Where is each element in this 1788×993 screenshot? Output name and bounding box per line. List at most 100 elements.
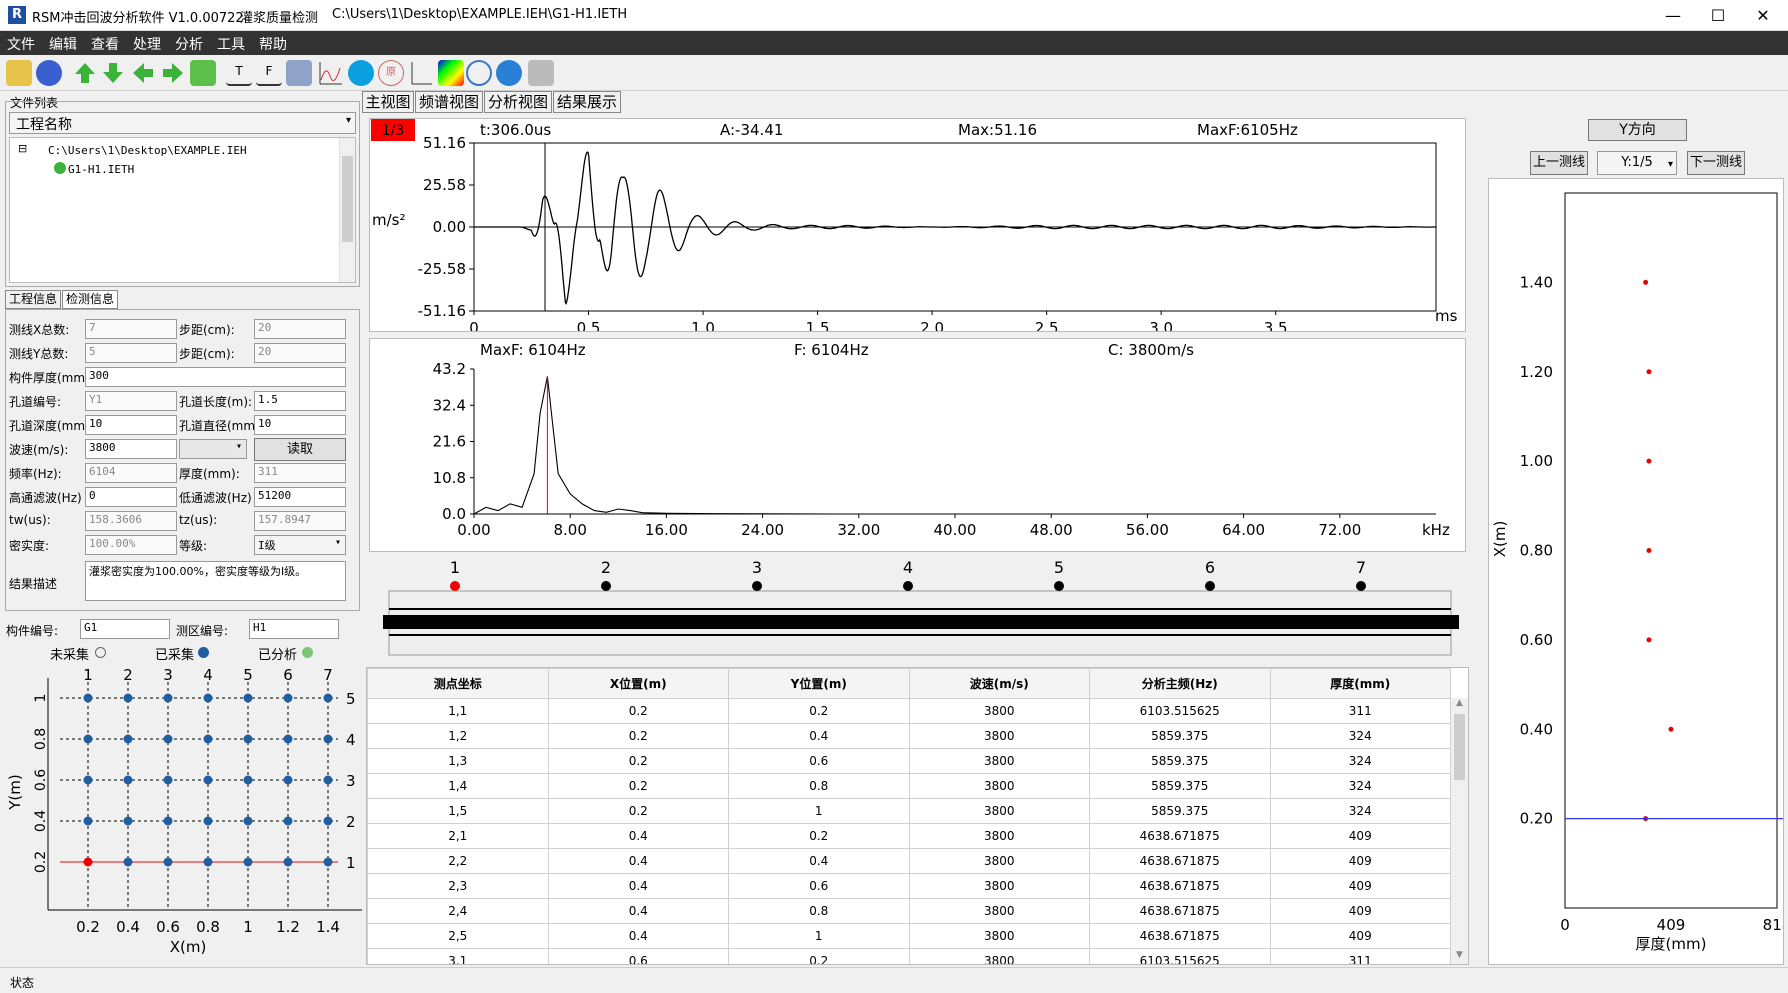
strip-point[interactable] <box>450 581 460 591</box>
grid-point[interactable] <box>123 857 133 867</box>
hole-diameter-field[interactable]: 10 <box>254 415 346 435</box>
grid-point[interactable] <box>323 693 333 703</box>
grid-point[interactable] <box>283 734 293 744</box>
grid-point[interactable] <box>83 693 93 703</box>
grade-select[interactable]: I级 ▾ <box>254 535 346 555</box>
x-step-field[interactable]: 20 <box>254 319 346 339</box>
project-select[interactable]: 工程名称 ▾ <box>9 112 356 134</box>
menu-analyze[interactable]: 分析 <box>168 31 210 54</box>
menu-tools[interactable]: 工具 <box>210 31 252 54</box>
read-button[interactable]: 读取 <box>254 438 346 461</box>
grid-point[interactable] <box>83 734 93 744</box>
strip-point[interactable] <box>903 581 913 591</box>
prev-line-button[interactable]: 上一测线 <box>1530 151 1588 175</box>
next-line-button[interactable]: 下一测线 <box>1687 151 1745 175</box>
y-step-field[interactable]: 20 <box>254 343 346 363</box>
arrow-up-icon[interactable] <box>72 60 98 86</box>
grid-point[interactable] <box>323 816 333 826</box>
tw-field[interactable]: 158.3606 <box>85 511 177 531</box>
grid-point[interactable] <box>83 775 93 785</box>
table-row[interactable]: 3,1 0.6 0.2 3800 6103.515625 311 <box>367 948 1451 964</box>
table-row[interactable]: 2,2 0.4 0.4 3800 4638.671875 409 <box>367 848 1451 874</box>
grid-point[interactable] <box>163 816 173 826</box>
open-folder-icon[interactable] <box>6 60 32 86</box>
grid-point[interactable] <box>243 775 253 785</box>
thickness-field[interactable]: 300 <box>85 367 346 387</box>
grid-point[interactable] <box>163 734 173 744</box>
tree-scroll-thumb[interactable] <box>342 156 353 242</box>
grid-point[interactable] <box>323 775 333 785</box>
open-project-icon[interactable] <box>36 60 62 86</box>
table-row[interactable]: 1,1 0.2 0.2 3800 6103.515625 311 <box>367 698 1451 724</box>
member-field[interactable]: G1 <box>80 619 170 639</box>
profile-point[interactable] <box>1643 279 1649 285</box>
table-row[interactable]: 1,2 0.2 0.4 3800 5859.375 324 <box>367 723 1451 749</box>
table-header-cell[interactable]: 厚度(mm) <box>1269 668 1451 699</box>
scroll-up-icon[interactable]: ▲ <box>1451 698 1468 712</box>
profile-point[interactable] <box>1646 369 1652 375</box>
grid-point[interactable] <box>163 775 173 785</box>
tab-analysis-view[interactable]: 分析视图 <box>484 91 552 113</box>
tab-detection-info[interactable]: 检测信息 <box>62 290 118 309</box>
record-icon[interactable] <box>348 60 374 86</box>
grid-point[interactable] <box>323 734 333 744</box>
grid-point[interactable] <box>83 857 93 867</box>
strip-point[interactable] <box>1356 581 1366 591</box>
grid-point[interactable] <box>123 693 133 703</box>
grid-point[interactable] <box>163 693 173 703</box>
arrow-right-icon[interactable] <box>160 60 186 86</box>
table-scrollbar[interactable]: ▲ ▼ <box>1451 698 1468 964</box>
x-count-field[interactable]: 7 <box>85 319 177 339</box>
time-chart[interactable]: 1/3 t:306.0us A:-34.41 Max:51.16 MaxF:61… <box>370 119 1465 337</box>
menu-edit[interactable]: 编辑 <box>42 31 84 54</box>
grid-point[interactable] <box>163 857 173 867</box>
thick2-field[interactable]: 311 <box>254 463 346 483</box>
grid-point[interactable] <box>323 857 333 867</box>
result-field[interactable]: 灌浆密实度为100.00%，密实度等级为I级。 <box>85 561 346 601</box>
strip-point[interactable] <box>601 581 611 591</box>
highpass-field[interactable]: 0 <box>85 487 177 507</box>
menu-process[interactable]: 处理 <box>126 31 168 54</box>
hole-length-field[interactable]: 1.5 <box>254 391 346 411</box>
table-header-cell[interactable]: 分析主频(Hz) <box>1089 668 1271 699</box>
grid-point[interactable] <box>283 693 293 703</box>
undo-icon[interactable] <box>466 60 492 86</box>
axis-icon[interactable] <box>408 60 434 86</box>
grid-point[interactable] <box>203 734 213 744</box>
lowpass-field[interactable]: 51200 <box>254 487 346 507</box>
tab-spectrum-view[interactable]: 频谱视图 <box>415 91 483 113</box>
arrow-left-icon[interactable] <box>130 60 156 86</box>
menu-view[interactable]: 查看 <box>84 31 126 54</box>
line-select[interactable]: Y:1/5 ▾ <box>1597 151 1677 175</box>
grid-point[interactable] <box>203 775 213 785</box>
profile-point[interactable] <box>1668 726 1674 732</box>
grid-map[interactable]: 1 0.2 2 0.4 3 0.6 4 0.8 5 1 6 1.2 7 1.4 5 1 4 0.8 3 0.6 2 0.4… <box>0 662 362 962</box>
tree-scrollbar[interactable] <box>339 138 355 282</box>
y-count-field[interactable]: 5 <box>85 343 177 363</box>
grid-point[interactable] <box>243 734 253 744</box>
density-field[interactable]: 100.00% <box>85 535 177 555</box>
profile-point[interactable] <box>1646 637 1652 643</box>
table-row[interactable]: 2,5 0.4 1 3800 4638.671875 409 <box>367 923 1451 949</box>
strip-point[interactable] <box>1054 581 1064 591</box>
freq-chart[interactable]: MaxF: 6104Hz F: 6104Hz C: 3800m/s kHz 43… <box>370 339 1465 551</box>
table-header-cell[interactable]: Y位置(m) <box>728 668 910 699</box>
table-scroll-thumb[interactable] <box>1454 714 1465 780</box>
frequency-domain-icon[interactable]: F <box>256 60 282 86</box>
direction-button[interactable]: Y方向 <box>1588 119 1687 141</box>
grid-point[interactable] <box>123 816 133 826</box>
table-header-cell[interactable]: X位置(m) <box>547 668 729 699</box>
arrow-down-icon[interactable] <box>100 60 126 86</box>
tab-project-info[interactable]: 工程信息 <box>5 290 61 309</box>
profile-point[interactable] <box>1646 458 1652 464</box>
speed-field[interactable]: 3800 <box>85 439 177 459</box>
print-icon[interactable] <box>528 60 554 86</box>
grid-point[interactable] <box>243 693 253 703</box>
hole-depth-field[interactable]: 10 <box>85 415 177 435</box>
grid-point[interactable] <box>243 816 253 826</box>
close-button[interactable]: ✕ <box>1740 0 1786 31</box>
thickness-profile-chart[interactable]: 1.40 1.20 1.00 0.80 0.60 0.40 0.20 0 409 818 X(m)… <box>1489 179 1788 964</box>
hole-no-field[interactable]: Y1 <box>85 391 177 411</box>
tree-collapse-icon[interactable]: ⊟ <box>18 142 27 155</box>
waveform-icon[interactable] <box>286 60 312 86</box>
